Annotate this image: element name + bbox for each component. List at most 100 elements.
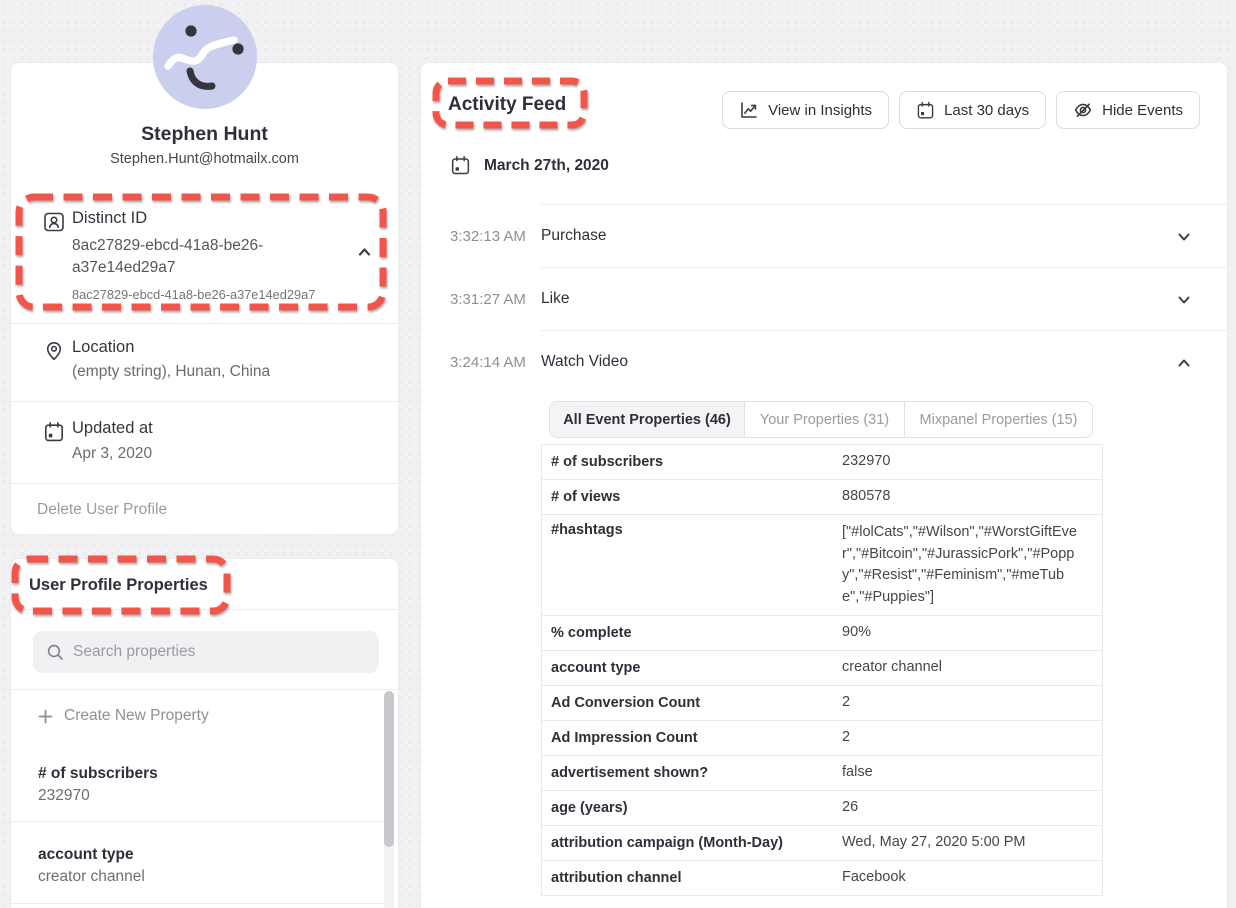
row-name: age (years) bbox=[542, 800, 842, 816]
view-in-insights-label: View in Insights bbox=[768, 102, 872, 119]
hide-events-label: Hide Events bbox=[1102, 102, 1183, 119]
table-row: Ad Conversion Count 2 bbox=[542, 686, 1102, 721]
date-label: March 27th, 2020 bbox=[484, 157, 609, 175]
row-value: Wed, May 27, 2020 5:00 PM bbox=[842, 832, 1102, 854]
id-card-icon bbox=[43, 211, 65, 233]
property-name: account type bbox=[38, 846, 134, 864]
divider bbox=[11, 903, 386, 904]
table-row: #hashtags ["#lolCats","#Wilson","#WorstG… bbox=[542, 515, 1102, 616]
create-new-property-label: Create New Property bbox=[64, 707, 209, 725]
search-properties-input[interactable] bbox=[73, 631, 369, 673]
chevron-up-icon[interactable] bbox=[357, 245, 372, 259]
row-name: Ad Conversion Count bbox=[542, 695, 842, 711]
table-row: # of views 880578 bbox=[542, 480, 1102, 515]
row-name: attribution campaign (Month-Day) bbox=[542, 835, 842, 851]
user-email: Stephen.Hunt@hotmailx.com bbox=[11, 151, 398, 167]
tab-mixpanel-properties[interactable]: Mixpanel Properties (15) bbox=[904, 402, 1092, 437]
view-in-insights-button[interactable]: View in Insights bbox=[722, 91, 889, 129]
user-avatar bbox=[153, 5, 257, 109]
delete-user-profile-link[interactable]: Delete User Profile bbox=[37, 501, 167, 519]
location-pin-icon bbox=[43, 340, 65, 362]
location-value: (empty string), Hunan, China bbox=[72, 363, 270, 381]
event-row[interactable]: 3:24:14 AM Watch Video bbox=[421, 330, 1227, 393]
event-properties-table: # of subscribers 232970 # of views 88057… bbox=[541, 444, 1103, 896]
table-row: attribution channel Facebook bbox=[542, 861, 1102, 896]
row-value: 880578 bbox=[842, 486, 1102, 508]
divider bbox=[11, 821, 386, 822]
event-row[interactable]: 3:32:13 AM Purchase bbox=[421, 204, 1227, 267]
distinct-id-label: Distinct ID bbox=[72, 209, 147, 228]
table-row: account type creator channel bbox=[542, 651, 1102, 686]
user-profile-properties-panel: User Profile Properties Create New Prope… bbox=[10, 558, 399, 908]
chevron-down-icon[interactable] bbox=[1177, 293, 1191, 307]
activity-feed-toolbar: View in Insights Last 30 days bbox=[722, 91, 1200, 129]
row-value: 232970 bbox=[842, 451, 1102, 473]
last-30-days-button[interactable]: Last 30 days bbox=[899, 91, 1046, 129]
updated-at-value: Apr 3, 2020 bbox=[72, 445, 152, 463]
eye-off-icon bbox=[1073, 100, 1093, 120]
row-value: 26 bbox=[842, 797, 1102, 819]
row-name: account type bbox=[542, 660, 842, 676]
divider bbox=[11, 609, 398, 610]
table-row: age (years) 26 bbox=[542, 791, 1102, 826]
profile-panel: Stephen Hunt Stephen.Hunt@hotmailx.com D… bbox=[10, 62, 399, 535]
table-row: # of subscribers 232970 bbox=[542, 445, 1102, 480]
table-row: advertisement shown? false bbox=[542, 756, 1102, 791]
distinct-id-full: 8ac27829-ebcd-41a8-be26-a37e14ed29a7 bbox=[72, 287, 315, 302]
property-value: creator channel bbox=[38, 868, 145, 886]
property-value: 232970 bbox=[38, 787, 90, 805]
row-name: attribution channel bbox=[542, 870, 842, 886]
search-properties-bar[interactable] bbox=[33, 631, 379, 673]
tab-all-event-properties[interactable]: All Event Properties (46) bbox=[550, 402, 744, 437]
distinct-id-value: 8ac27829-ebcd-41a8-be26-a37e14ed29a7 bbox=[72, 235, 354, 279]
row-value: 2 bbox=[842, 727, 1102, 749]
property-name: # of subscribers bbox=[38, 765, 158, 783]
chevron-down-icon[interactable] bbox=[1177, 230, 1191, 244]
event-name: Like bbox=[541, 290, 569, 308]
date-header: March 27th, 2020 bbox=[450, 155, 609, 176]
activity-feed-title: Activity Feed bbox=[448, 94, 566, 116]
row-name: #hashtags bbox=[542, 515, 842, 545]
divider bbox=[11, 323, 398, 324]
activity-feed-panel: Activity Feed View in Insights bbox=[420, 62, 1228, 908]
divider bbox=[11, 401, 398, 402]
event-row[interactable]: 3:31:27 AM Like bbox=[421, 267, 1227, 330]
row-value: creator channel bbox=[842, 657, 1102, 679]
event-time: 3:31:27 AM bbox=[450, 291, 526, 308]
row-name: # of views bbox=[542, 489, 842, 505]
table-row: Ad Impression Count 2 bbox=[542, 721, 1102, 756]
row-value: Facebook bbox=[842, 867, 1102, 889]
user-profile-properties-title: User Profile Properties bbox=[29, 576, 208, 595]
hide-events-button[interactable]: Hide Events bbox=[1056, 91, 1200, 129]
row-name: # of subscribers bbox=[542, 454, 842, 470]
row-name: advertisement shown? bbox=[542, 765, 842, 781]
last-30-days-label: Last 30 days bbox=[944, 102, 1029, 119]
updated-at-label: Updated at bbox=[72, 419, 153, 438]
scrollbar-thumb[interactable] bbox=[384, 691, 394, 847]
row-value: 2 bbox=[842, 692, 1102, 714]
calendar-icon bbox=[916, 101, 935, 120]
table-row: % complete 90% bbox=[542, 616, 1102, 651]
user-name: Stephen Hunt bbox=[11, 123, 398, 146]
event-time: 3:24:14 AM bbox=[450, 354, 526, 371]
chevron-up-icon[interactable] bbox=[1177, 356, 1191, 370]
search-icon bbox=[46, 643, 64, 661]
tab-your-properties[interactable]: Your Properties (31) bbox=[744, 402, 904, 437]
event-name: Watch Video bbox=[541, 353, 628, 371]
event-properties-tabs: All Event Properties (46) Your Propertie… bbox=[549, 401, 1093, 438]
calendar-icon bbox=[43, 421, 65, 443]
row-name: % complete bbox=[542, 625, 842, 641]
event-name: Purchase bbox=[541, 227, 606, 245]
user-profile-page: Stephen Hunt Stephen.Hunt@hotmailx.com D… bbox=[0, 0, 1236, 908]
divider bbox=[11, 483, 398, 484]
event-time: 3:32:13 AM bbox=[450, 228, 526, 245]
divider bbox=[11, 689, 398, 690]
location-label: Location bbox=[72, 338, 134, 357]
row-value: 90% bbox=[842, 622, 1102, 644]
create-new-property-button[interactable]: Create New Property bbox=[38, 707, 209, 725]
calendar-icon bbox=[450, 155, 471, 176]
row-name: Ad Impression Count bbox=[542, 730, 842, 746]
table-row: attribution campaign (Month-Day) Wed, Ma… bbox=[542, 826, 1102, 861]
row-value: ["#lolCats","#Wilson","#WorstGiftEver","… bbox=[842, 515, 1102, 615]
plus-icon bbox=[38, 709, 53, 724]
